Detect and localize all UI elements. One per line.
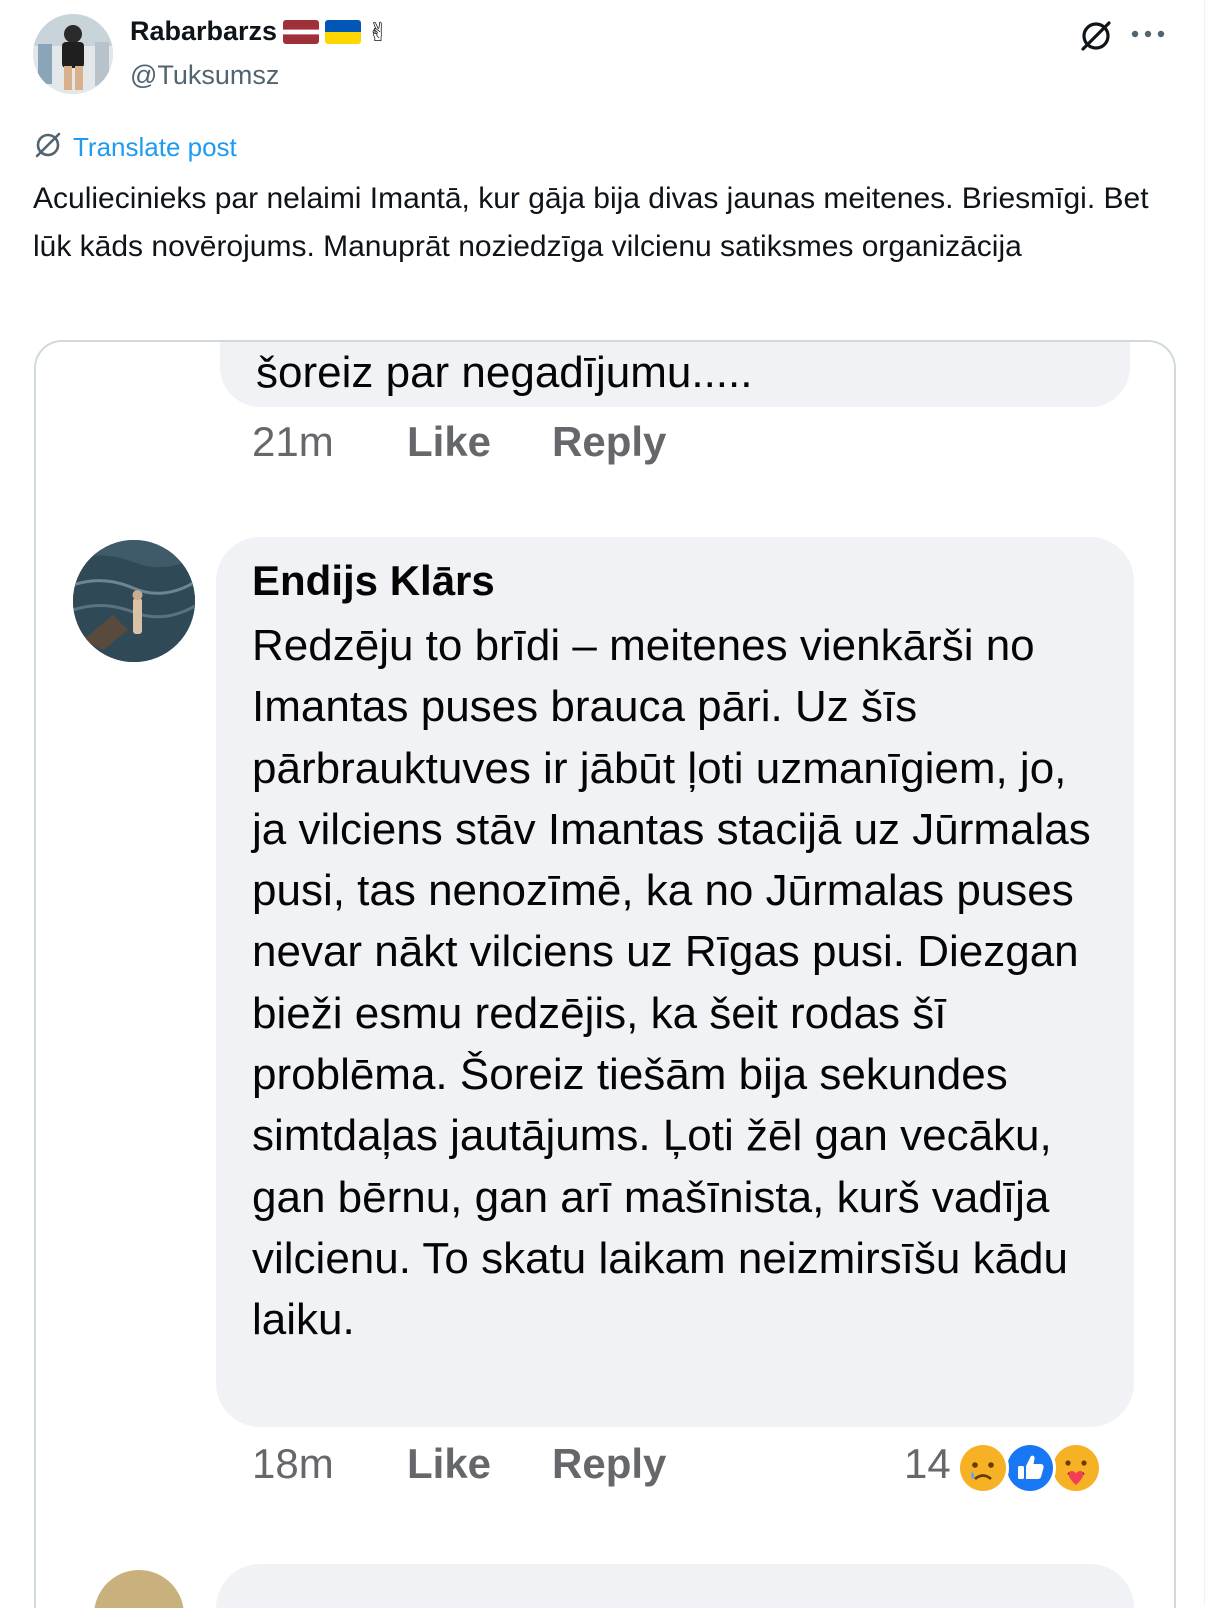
victory-hand-icon: ✌ xyxy=(367,16,389,47)
sad-react-icon xyxy=(957,1442,1009,1494)
translate-post-link[interactable]: Translate post xyxy=(33,130,237,165)
like-link[interactable]: Like xyxy=(407,1440,552,1488)
previous-comment-bubble: šoreiz par negadījumu..... xyxy=(220,342,1130,407)
like-link[interactable]: Like xyxy=(407,418,552,466)
reply-link[interactable]: Reply xyxy=(552,418,666,466)
next-commenter-avatar xyxy=(94,1570,184,1608)
commenter-name: Endijs Klārs xyxy=(252,557,495,604)
commenter-avatar xyxy=(73,540,195,662)
attached-screenshot[interactable]: šoreiz par negadījumu..... 21m Like Repl… xyxy=(34,340,1176,1608)
translate-post-label[interactable]: Translate post xyxy=(73,132,237,163)
latvia-flag-icon xyxy=(283,19,320,44)
more-icon[interactable] xyxy=(1130,18,1170,54)
comment-time: 18m xyxy=(252,1440,334,1487)
comment-bubble: Endijs Klārs Redzēju to brīdi – meitenes… xyxy=(216,537,1134,1427)
ukraine-flag-icon xyxy=(325,19,362,44)
previous-comment-text: šoreiz par negadījumu..... xyxy=(256,348,753,397)
care-react-icon xyxy=(1050,1442,1102,1494)
reply-link[interactable]: Reply xyxy=(552,1440,666,1488)
author-name-row: Rabarbarzs ✌ xyxy=(130,16,389,47)
timeline-border xyxy=(1204,0,1205,1606)
reaction-count[interactable]: 14 xyxy=(904,1440,951,1488)
comment-time: 21m xyxy=(252,418,334,465)
author-handle[interactable]: @Tuksumsz xyxy=(130,60,279,91)
comment-actions: 18m Like Reply xyxy=(252,1440,666,1488)
translate-icon xyxy=(33,130,63,165)
post-text: Aculiecinieks par nelaimi Imantā, kur gā… xyxy=(33,182,1149,263)
author-avatar[interactable] xyxy=(33,14,113,94)
comment-text: Redzēju to brīdi – meitenes vienkārši no… xyxy=(252,621,1091,1345)
next-comment-bubble xyxy=(216,1564,1134,1608)
previous-comment-actions: 21m Like Reply xyxy=(252,418,666,466)
like-react-icon xyxy=(1004,1442,1056,1494)
grok-icon[interactable] xyxy=(1078,18,1114,54)
author-display-name[interactable]: Rabarbarzs xyxy=(130,16,277,47)
